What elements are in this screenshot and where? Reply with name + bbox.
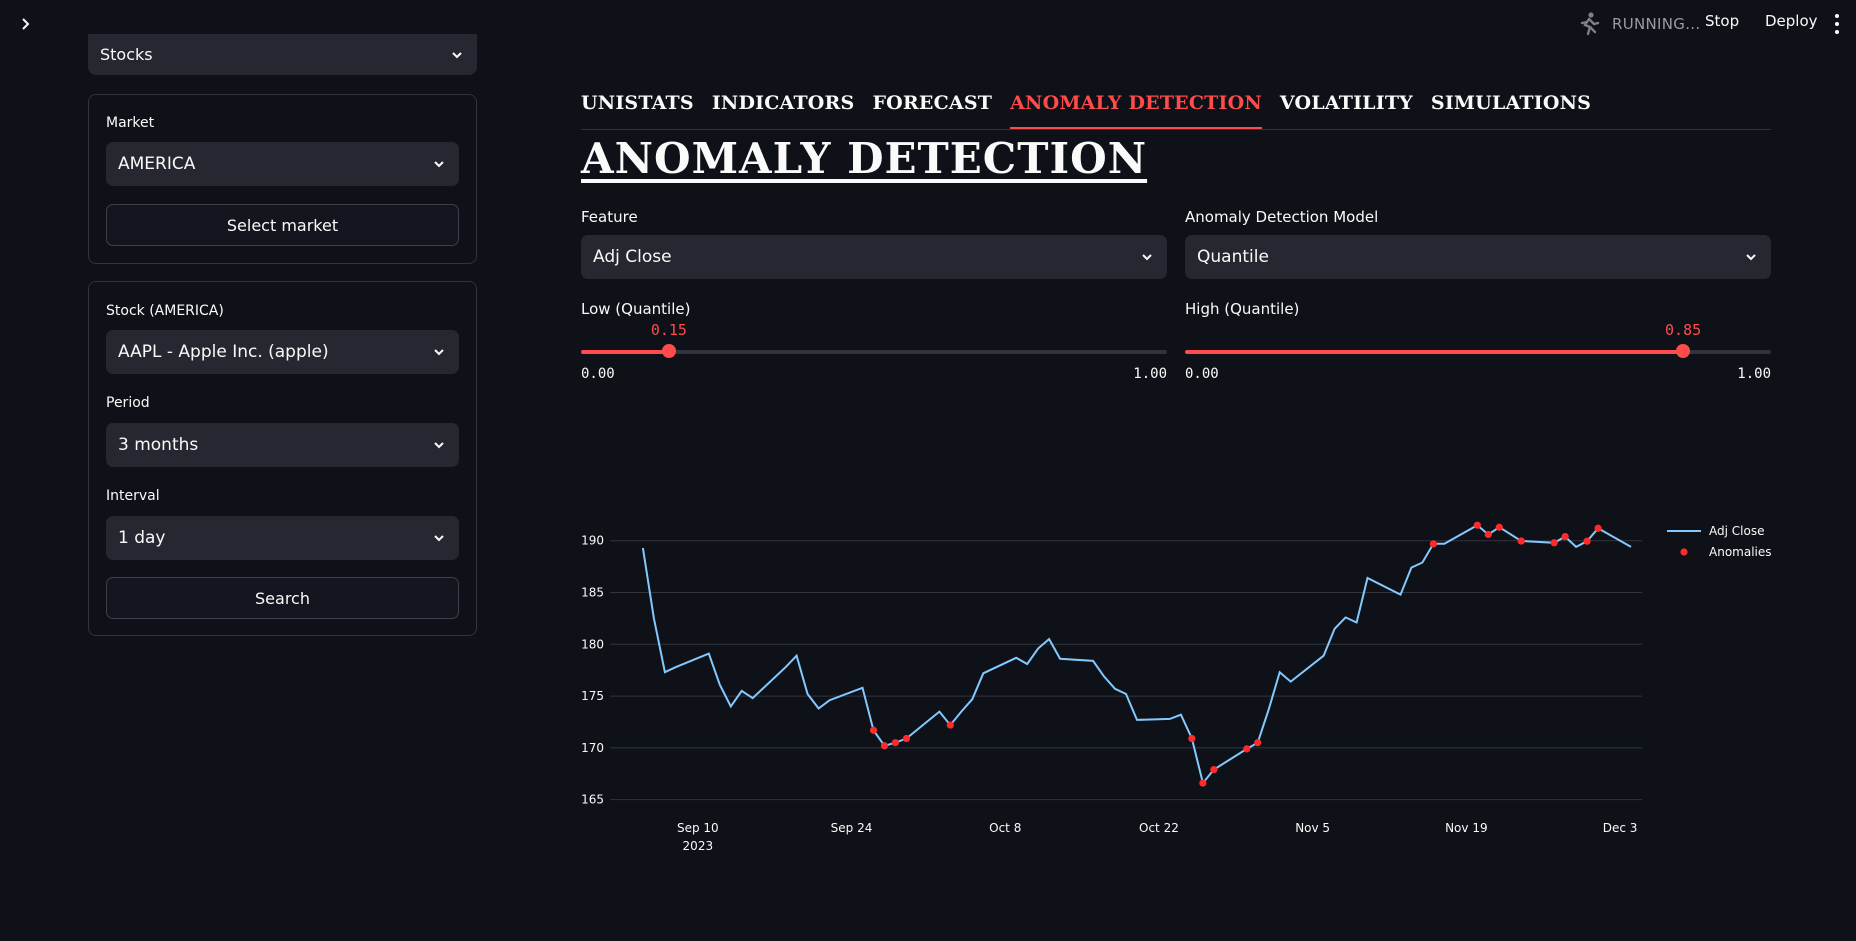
interval-value: 1 day (118, 528, 166, 548)
y-tick-label: 185 (581, 586, 604, 600)
asset-type-value: Stocks (100, 45, 153, 64)
interval-label: Interval (106, 488, 160, 504)
x-tick-label: Oct 22 (1139, 821, 1179, 835)
y-tick-label: 180 (581, 637, 604, 651)
select-market-button[interactable]: Select market (106, 204, 459, 246)
chart-svg: 165 170 175 180 185 190 Sep 10 2023 Sep 24 Oct 8 O… (581, 521, 1772, 853)
tab-indicators[interactable]: INDICATORS (712, 88, 855, 129)
anomaly-point (869, 726, 878, 734)
slider-thumb[interactable] (661, 344, 676, 358)
x-tick-label: Nov 5 (1295, 821, 1330, 835)
tab-volatility[interactable]: VOLATILITY (1280, 88, 1413, 129)
market-select[interactable]: AMERICA (106, 142, 459, 186)
period-label: Period (106, 395, 150, 411)
model-label: Anomaly Detection Model (1185, 208, 1379, 226)
model-value: Quantile (1197, 247, 1269, 267)
x-tick-sublabel: 2023 (683, 839, 714, 853)
anomaly-point (1473, 521, 1481, 529)
x-tick-label: Nov 19 (1445, 821, 1488, 835)
market-value: AMERICA (118, 154, 196, 174)
chevron-down-icon (1746, 254, 1756, 261)
period-value: 3 months (118, 435, 199, 455)
anomaly-point (1517, 537, 1525, 545)
tab-anomaly-detection[interactable]: ANOMALY DETECTION (1010, 88, 1262, 129)
x-tick-label: Dec 3 (1603, 821, 1638, 835)
x-tick-label: Sep 24 (831, 821, 873, 835)
legend-label: Adj Close (1709, 524, 1764, 538)
feature-select[interactable]: Adj Close (581, 235, 1167, 279)
chevron-down-icon (434, 535, 444, 542)
slider-value: 0.85 (1665, 321, 1702, 339)
chevron-down-icon (434, 349, 444, 356)
main-menu-icon[interactable] (1832, 14, 1842, 34)
stop-button[interactable]: Stop (1705, 12, 1739, 36)
interval-select[interactable]: 1 day (106, 516, 459, 560)
x-tick-label: Oct 8 (989, 821, 1021, 835)
anomaly-point (1254, 739, 1262, 747)
low-quantile-slider: 0.15 0.00 1.00 (581, 311, 1167, 391)
anomaly-point (1484, 530, 1492, 539)
anomaly-point (1583, 537, 1591, 545)
legend-marker-swatch (1680, 548, 1688, 556)
anomaly-point (1199, 779, 1207, 787)
anomaly-point (1429, 540, 1438, 548)
anomaly-point (891, 739, 900, 747)
tab-bar: UNISTATS INDICATORS FORECAST ANOMALY DET… (581, 88, 1771, 130)
tab-unistats[interactable]: UNISTATS (581, 88, 694, 129)
slider-thumb[interactable] (1676, 344, 1691, 358)
slider-fill (1185, 350, 1684, 354)
y-tick-label: 175 (581, 689, 604, 703)
stock-value: AAPL - Apple Inc. (apple) (118, 342, 329, 362)
x-tick-label: Sep 10 (677, 821, 719, 835)
high-quantile-slider: 0.85 0.00 1.00 (1185, 311, 1771, 391)
adj-close-line (641, 523, 1632, 786)
tab-simulations[interactable]: SIMULATIONS (1431, 88, 1591, 129)
feature-value: Adj Close (593, 247, 672, 267)
anomaly-point (1243, 745, 1251, 753)
anomaly-point (1210, 766, 1218, 774)
slider-value: 0.15 (650, 321, 687, 339)
chevron-down-icon (1142, 254, 1152, 261)
anomaly-point (1561, 532, 1569, 541)
legend-label: Anomalies (1709, 545, 1772, 559)
y-tick-label: 190 (581, 534, 604, 548)
y-tick-label: 165 (581, 793, 604, 807)
anomaly-chart[interactable]: 165 170 175 180 185 190 Sep 10 2023 Sep 24 Oct 8 O… (575, 510, 1795, 870)
y-tick-label: 170 (581, 741, 604, 755)
chevron-down-icon (434, 161, 444, 168)
market-form: Market AMERICA Select market (88, 94, 477, 264)
anomaly-point (1495, 523, 1503, 531)
market-label: Market (106, 115, 155, 131)
anomaly-point (902, 734, 911, 743)
asset-type-select[interactable]: Stocks (88, 34, 477, 75)
chevron-down-icon (434, 442, 444, 449)
model-select[interactable]: Quantile (1185, 235, 1771, 279)
anomaly-point (1188, 734, 1196, 743)
period-select[interactable]: 3 months (106, 423, 459, 467)
slider-fill (581, 350, 669, 354)
feature-label: Feature (581, 208, 638, 226)
slider-max: 1.00 (1133, 366, 1167, 382)
anomaly-point (1550, 539, 1558, 547)
expand-sidebar-button[interactable] (14, 12, 38, 36)
running-status: RUNNING... (1576, 10, 1700, 38)
chevron-down-icon (452, 51, 462, 58)
deploy-button[interactable]: Deploy (1765, 12, 1818, 36)
slider-max: 1.00 (1737, 366, 1771, 382)
page-title: ANOMALY DETECTION (581, 134, 1148, 183)
search-button[interactable]: Search (106, 577, 459, 619)
running-man-icon (1580, 12, 1600, 36)
stock-form: Stock (AMERICA) AAPL - Apple Inc. (apple… (88, 281, 477, 636)
chevron-right-icon (22, 18, 30, 30)
stock-label: Stock (AMERICA) (106, 303, 224, 319)
slider-min: 0.00 (1185, 366, 1219, 382)
status-text: RUNNING... (1612, 15, 1701, 33)
tab-forecast[interactable]: FORECAST (872, 88, 992, 129)
anomaly-point (880, 742, 889, 750)
stock-select[interactable]: AAPL - Apple Inc. (apple) (106, 330, 459, 374)
slider-min: 0.00 (581, 366, 615, 382)
anomaly-point (1594, 524, 1602, 532)
anomaly-point (946, 721, 954, 729)
